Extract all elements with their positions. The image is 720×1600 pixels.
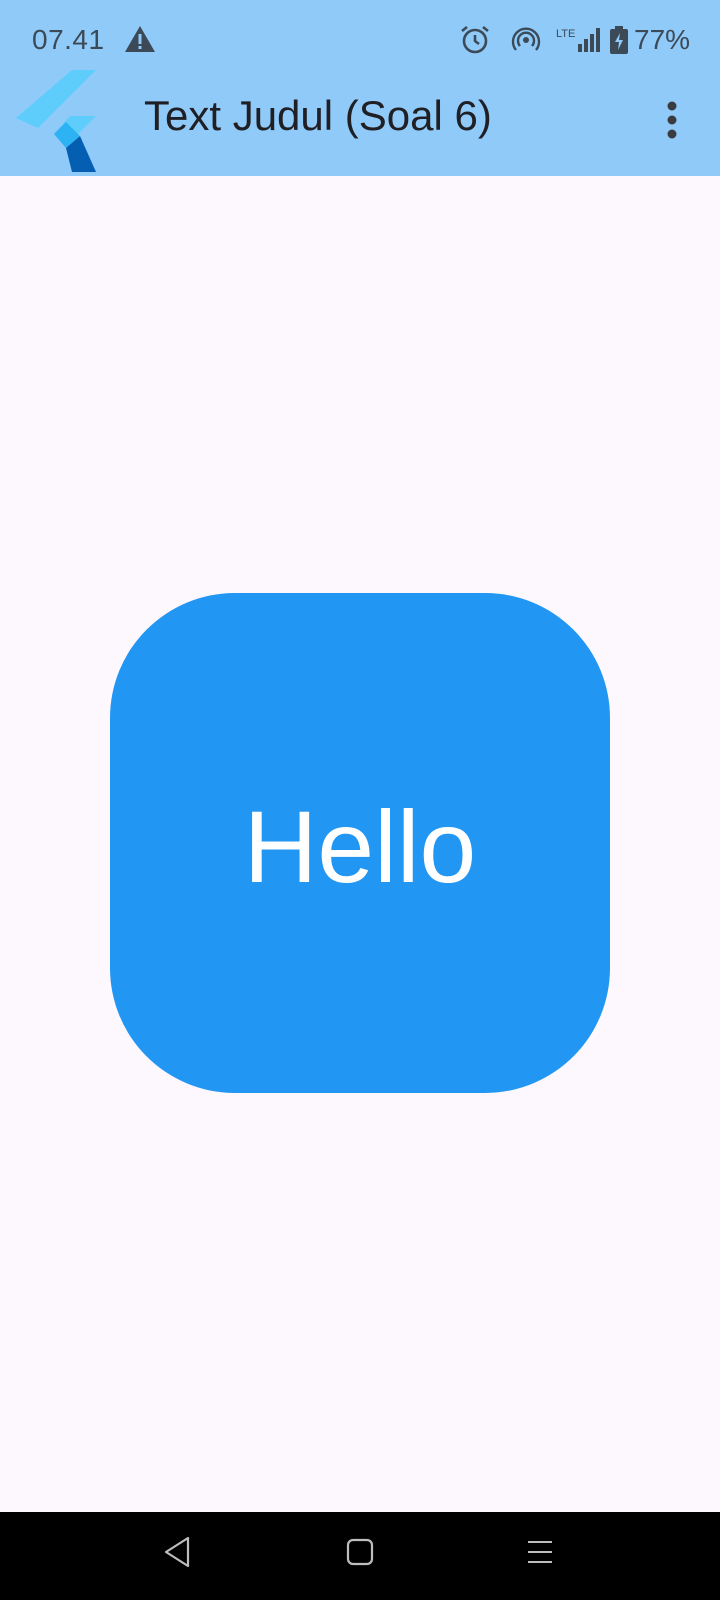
app-title: Text Judul (Soal 6) — [144, 92, 492, 139]
more-vert-icon[interactable] — [650, 96, 694, 144]
network-type-label: LTE — [556, 28, 576, 40]
hotspot-icon — [511, 27, 541, 51]
battery-charging-icon — [610, 26, 628, 54]
alarm-icon — [461, 25, 489, 54]
back-icon[interactable] — [160, 1532, 196, 1572]
flutter-logo-icon — [16, 70, 96, 172]
battery-percent: 77% — [634, 24, 691, 55]
recents-icon[interactable] — [522, 1534, 558, 1570]
hello-container: Hello — [110, 593, 610, 1093]
warning-icon — [125, 26, 155, 52]
app-bar: 07.41 LTE 77% Text Judul (Soal 6) — [0, 0, 720, 176]
system-nav-bar — [0, 1512, 720, 1600]
signal-icon — [578, 28, 600, 52]
status-time: 07.41 — [32, 24, 105, 55]
hello-text: Hello — [243, 789, 477, 904]
home-icon[interactable] — [342, 1534, 378, 1570]
